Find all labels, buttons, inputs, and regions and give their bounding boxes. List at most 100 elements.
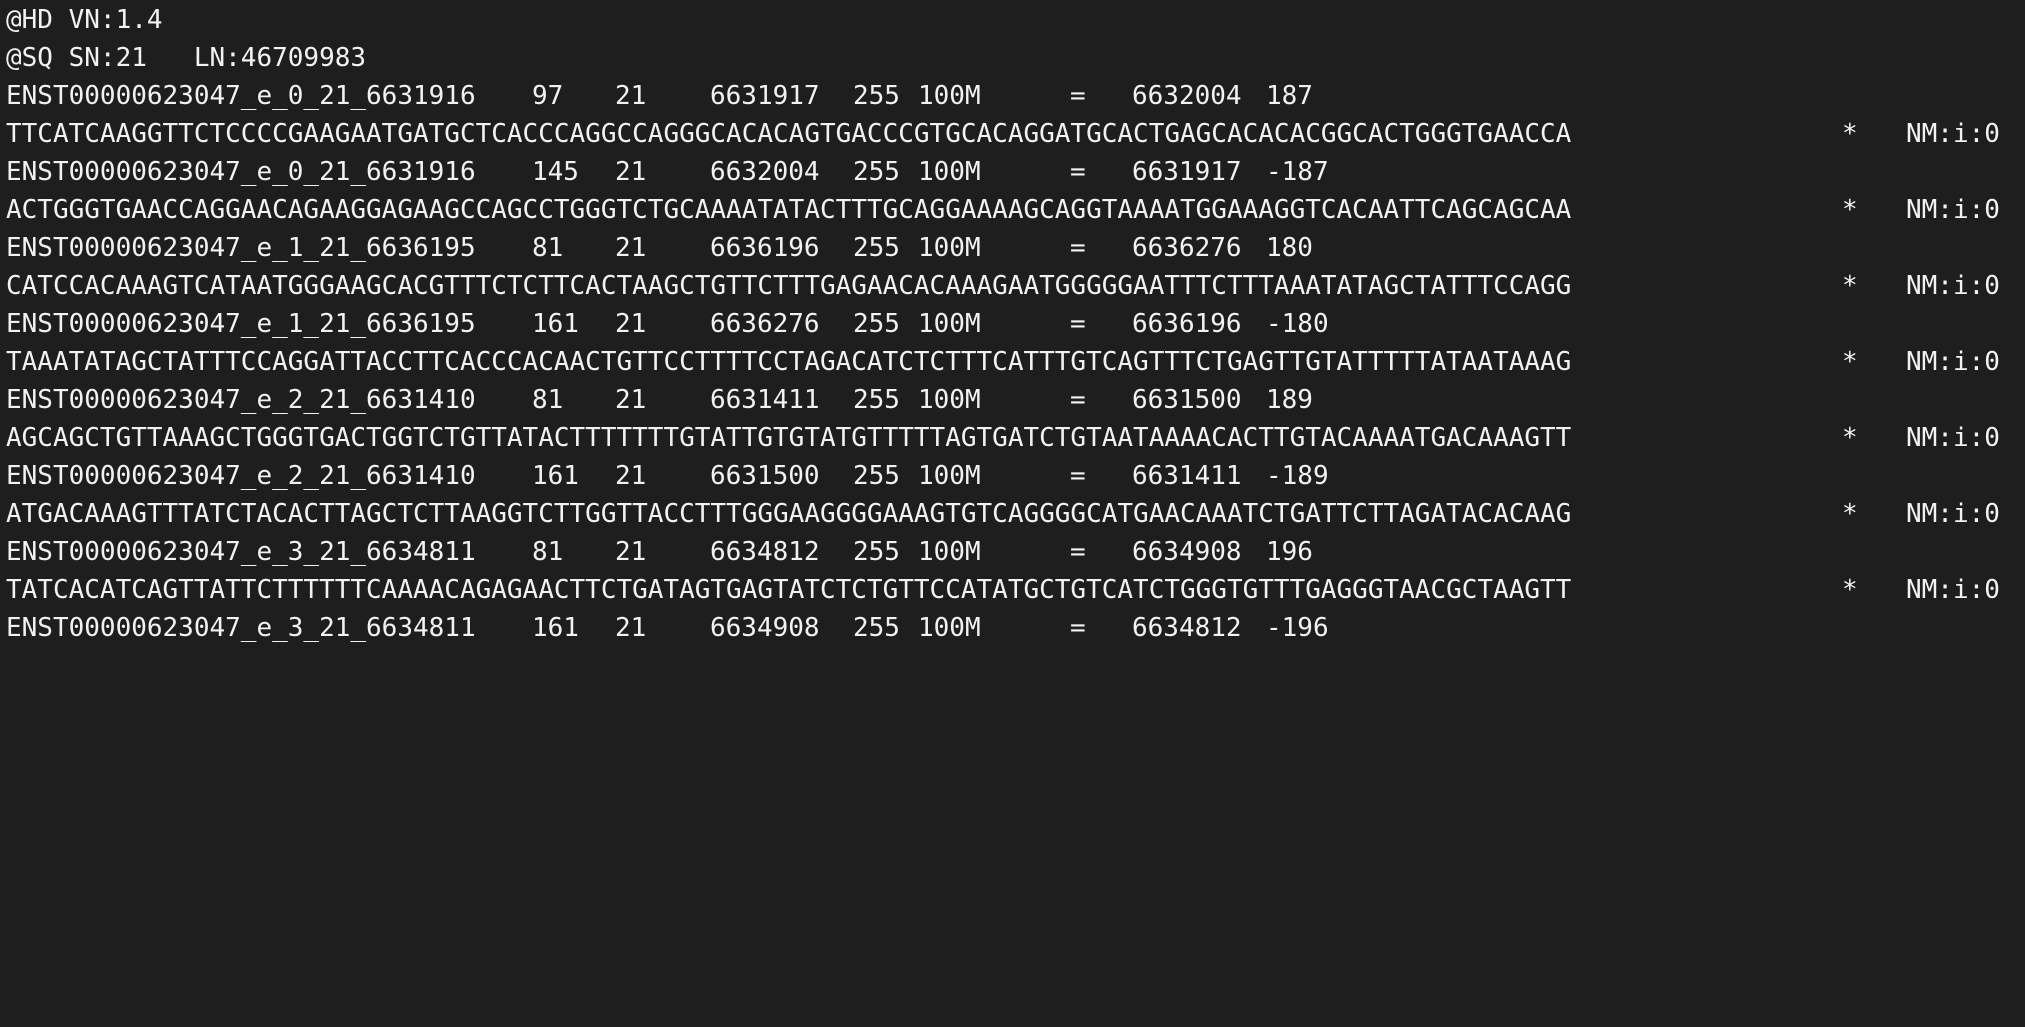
read-name: ENST00000623047_e_2_21_6631410 xyxy=(6,461,476,491)
mate-position: 6631500 xyxy=(1132,385,1242,415)
optional-tag: NM:i:0 xyxy=(1906,195,2000,225)
read-flag: 161 xyxy=(532,461,579,491)
mate-reference: = xyxy=(1070,613,1086,643)
mate-reference: = xyxy=(1070,461,1086,491)
sam-header-line: @HD VN:1.4 xyxy=(6,5,163,35)
reference-name: 21 xyxy=(615,309,647,339)
terminal-window[interactable]: @HD VN:1.4 @SQ SN:21 LN:46709983 ENST000… xyxy=(0,0,2025,647)
read-quality: * xyxy=(1842,575,1858,605)
read-position: 6636276 xyxy=(710,309,820,339)
read-position: 6634908 xyxy=(710,613,820,643)
mate-position: 6631411 xyxy=(1132,461,1242,491)
mapping-quality: 255 xyxy=(853,233,900,263)
mate-reference: = xyxy=(1070,385,1086,415)
mate-reference: = xyxy=(1070,81,1086,111)
read-flag: 145 xyxy=(532,157,579,187)
read-sequence: TATCACATCAGTTATTCTTTTTTCAAAACAGAGAACTTCT… xyxy=(6,575,1572,605)
optional-tag: NM:i:0 xyxy=(1906,499,2000,529)
read-name: ENST00000623047_e_1_21_6636195 xyxy=(6,309,476,339)
read-sequence-line: CATCCACAAAGTCATAATGGGAAGCACGTTTCTCTTCACT… xyxy=(6,267,2025,305)
template-length: 187 xyxy=(1266,81,1313,111)
sam-header-line: @SQ SN:21 LN:46709983 xyxy=(6,43,367,73)
read-quality: * xyxy=(1842,499,1858,529)
read-sequence: CATCCACAAAGTCATAATGGGAAGCACGTTTCTCTTCACT… xyxy=(6,271,1572,301)
mapping-quality: 255 xyxy=(853,81,900,111)
read-record-line: ENST00000623047_e_2_21_6631410 161 21 66… xyxy=(6,457,2025,495)
read-position: 6631411 xyxy=(710,385,820,415)
read-sequence-line: ATGACAAAGTTTATCTACACTTAGCTCTTAAGGTCTTGGT… xyxy=(6,495,2025,533)
cigar-string: 100M xyxy=(918,461,981,491)
reference-name: 21 xyxy=(615,537,647,567)
mate-position: 6634908 xyxy=(1132,537,1242,567)
cigar-string: 100M xyxy=(918,537,981,567)
read-sequence: TAAATATAGCTATTTCCAGGATTACCTTCACCCACAACTG… xyxy=(6,347,1572,377)
optional-tag: NM:i:0 xyxy=(1906,575,2000,605)
mate-reference: = xyxy=(1070,537,1086,567)
read-flag: 81 xyxy=(532,537,564,567)
read-record-line: ENST00000623047_e_3_21_6634811 161 21 66… xyxy=(6,609,2025,647)
read-record-line: ENST00000623047_e_1_21_6636195 81 21 663… xyxy=(6,229,2025,267)
read-position: 6632004 xyxy=(710,157,820,187)
optional-tag: NM:i:0 xyxy=(1906,271,2000,301)
cigar-string: 100M xyxy=(918,385,981,415)
read-record-line: ENST00000623047_e_1_21_6636195 161 21 66… xyxy=(6,305,2025,343)
reference-name: 21 xyxy=(615,613,647,643)
mate-position: 6631917 xyxy=(1132,157,1242,187)
read-sequence: ATGACAAAGTTTATCTACACTTAGCTCTTAAGGTCTTGGT… xyxy=(6,499,1572,529)
mate-position: 6636196 xyxy=(1132,309,1242,339)
read-name: ENST00000623047_e_0_21_6631916 xyxy=(6,157,476,187)
read-name: ENST00000623047_e_2_21_6631410 xyxy=(6,385,476,415)
read-sequence-line: AGCAGCTGTTAAAGCTGGGTGACTGGTCTGTTATACTTTT… xyxy=(6,419,2025,457)
read-flag: 81 xyxy=(532,385,564,415)
mate-reference: = xyxy=(1070,309,1086,339)
read-name: ENST00000623047_e_3_21_6634811 xyxy=(6,613,476,643)
read-record-line: ENST00000623047_e_0_21_6631916 145 21 66… xyxy=(6,153,2025,191)
read-flag: 161 xyxy=(532,613,579,643)
template-length: -180 xyxy=(1266,309,1329,339)
read-flag: 97 xyxy=(532,81,564,111)
read-position: 6631917 xyxy=(710,81,820,111)
read-position: 6631500 xyxy=(710,461,820,491)
mapping-quality: 255 xyxy=(853,537,900,567)
optional-tag: NM:i:0 xyxy=(1906,423,2000,453)
mapping-quality: 255 xyxy=(853,309,900,339)
read-record-line: ENST00000623047_e_3_21_6634811 81 21 663… xyxy=(6,533,2025,571)
read-quality: * xyxy=(1842,119,1858,149)
mapping-quality: 255 xyxy=(853,157,900,187)
reference-name: 21 xyxy=(615,157,647,187)
mapping-quality: 255 xyxy=(853,461,900,491)
mapping-quality: 255 xyxy=(853,385,900,415)
read-sequence: AGCAGCTGTTAAAGCTGGGTGACTGGTCTGTTATACTTTT… xyxy=(6,423,1572,453)
mate-position: 6636276 xyxy=(1132,233,1242,263)
mapping-quality: 255 xyxy=(853,613,900,643)
template-length: 189 xyxy=(1266,385,1313,415)
reference-name: 21 xyxy=(615,81,647,111)
read-flag: 81 xyxy=(532,233,564,263)
read-name: ENST00000623047_e_3_21_6634811 xyxy=(6,537,476,567)
mate-reference: = xyxy=(1070,157,1086,187)
cigar-string: 100M xyxy=(918,613,981,643)
mate-position: 6634812 xyxy=(1132,613,1242,643)
read-quality: * xyxy=(1842,271,1858,301)
cigar-string: 100M xyxy=(918,81,981,111)
reference-name: 21 xyxy=(615,385,647,415)
template-length: -189 xyxy=(1266,461,1329,491)
template-length: 196 xyxy=(1266,537,1313,567)
read-quality: * xyxy=(1842,423,1858,453)
mate-position: 6632004 xyxy=(1132,81,1242,111)
read-name: ENST00000623047_e_1_21_6636195 xyxy=(6,233,476,263)
read-sequence-line: ACTGGGTGAACCAGGAACAGAAGGAGAAGCCAGCCTGGGT… xyxy=(6,191,2025,229)
cigar-string: 100M xyxy=(918,157,981,187)
read-record-line: ENST00000623047_e_0_21_6631916 97 21 663… xyxy=(6,77,2025,115)
read-sequence: TTCATCAAGGTTCTCCCCGAAGAATGATGCTCACCCAGGC… xyxy=(6,119,1572,149)
read-record-line: ENST00000623047_e_2_21_6631410 81 21 663… xyxy=(6,381,2025,419)
read-position: 6636196 xyxy=(710,233,820,263)
read-sequence: ACTGGGTGAACCAGGAACAGAAGGAGAAGCCAGCCTGGGT… xyxy=(6,195,1572,225)
template-length: -187 xyxy=(1266,157,1329,187)
cigar-string: 100M xyxy=(918,309,981,339)
read-sequence-line: TTCATCAAGGTTCTCCCCGAAGAATGATGCTCACCCAGGC… xyxy=(6,115,2025,153)
read-position: 6634812 xyxy=(710,537,820,567)
read-name: ENST00000623047_e_0_21_6631916 xyxy=(6,81,476,111)
reference-name: 21 xyxy=(615,233,647,263)
mate-reference: = xyxy=(1070,233,1086,263)
